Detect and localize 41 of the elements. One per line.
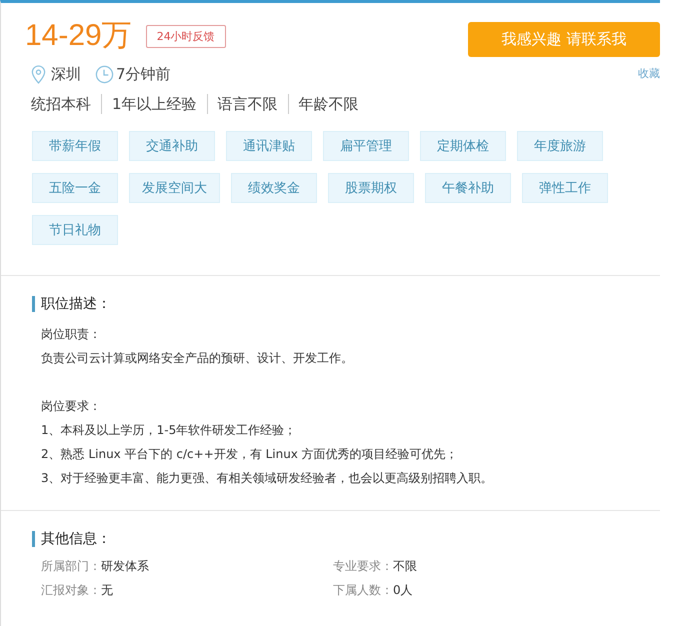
benefit-tag: 交通补助 (129, 131, 215, 161)
benefit-tag: 通讯津贴 (226, 131, 312, 161)
benefit-tag: 绩效奖金 (231, 173, 317, 203)
favorite-link[interactable]: 收藏 (638, 66, 660, 81)
field-value: 不限 (393, 559, 417, 573)
benefit-tag: 五险一金 (32, 173, 118, 203)
field-label: 汇报对象： (41, 583, 101, 597)
description-text: 岗位要求： (40, 398, 102, 415)
field-label: 下属人数： (333, 583, 393, 597)
requirement-text: 语言不限 (218, 94, 278, 114)
benefit-tag: 股票期权 (328, 173, 414, 203)
requirement-text: 统招本科 (31, 94, 91, 114)
benefit-tag: 午餐补助 (425, 173, 511, 203)
clock-icon (95, 65, 114, 84)
feedback-badge: 24小时反馈 (146, 24, 226, 48)
benefit-tag: 带薪年假 (32, 131, 118, 161)
salary-range: 14-29万 (25, 19, 132, 53)
section-title: 其他信息： (32, 531, 660, 547)
description-text: 负责公司云计算或网络安全产品的预研、设计、开发工作。 (40, 350, 354, 367)
requirement-text: 年龄不限 (298, 94, 359, 114)
benefit-tag: 年度旅游 (517, 131, 603, 161)
field-value: 研发体系 (101, 559, 149, 573)
field-label: 专业要求： (333, 559, 393, 573)
description-text: 1、本科及以上学历，1-5年软件研发工作经验； (40, 422, 298, 439)
description-text: 3、对于经验更丰富、能力更强、有相关领域研发经验者，也会以更高级别招聘入职。 (40, 470, 494, 487)
description-text: 2、熟悉 Linux 平台下的 c/c++开发，有 Linux 方面优秀的项目经验可优先； (40, 446, 459, 463)
field-value: 0人 (393, 583, 413, 597)
benefit-tag: 定期体检 (420, 131, 506, 161)
description-text: 岗位职责： (40, 326, 102, 343)
location-pin-icon (31, 65, 46, 84)
section-title: 职位描述： (32, 296, 660, 312)
benefit-tag: 节日礼物 (32, 215, 118, 245)
benefit-tag: 扁平管理 (323, 131, 409, 161)
location-text: 深圳 (51, 65, 81, 84)
interest-button[interactable]: 我感兴趣 请联系我 (468, 22, 660, 57)
field-label: 所属部门： (41, 559, 101, 573)
posted-time: 7分钟前 (116, 65, 171, 84)
field-value: 无 (101, 583, 113, 597)
benefit-tag: 弹性工作 (522, 173, 608, 203)
benefit-tag: 发展空间大 (129, 173, 220, 203)
requirement-text: 1年以上经验 (112, 94, 197, 114)
